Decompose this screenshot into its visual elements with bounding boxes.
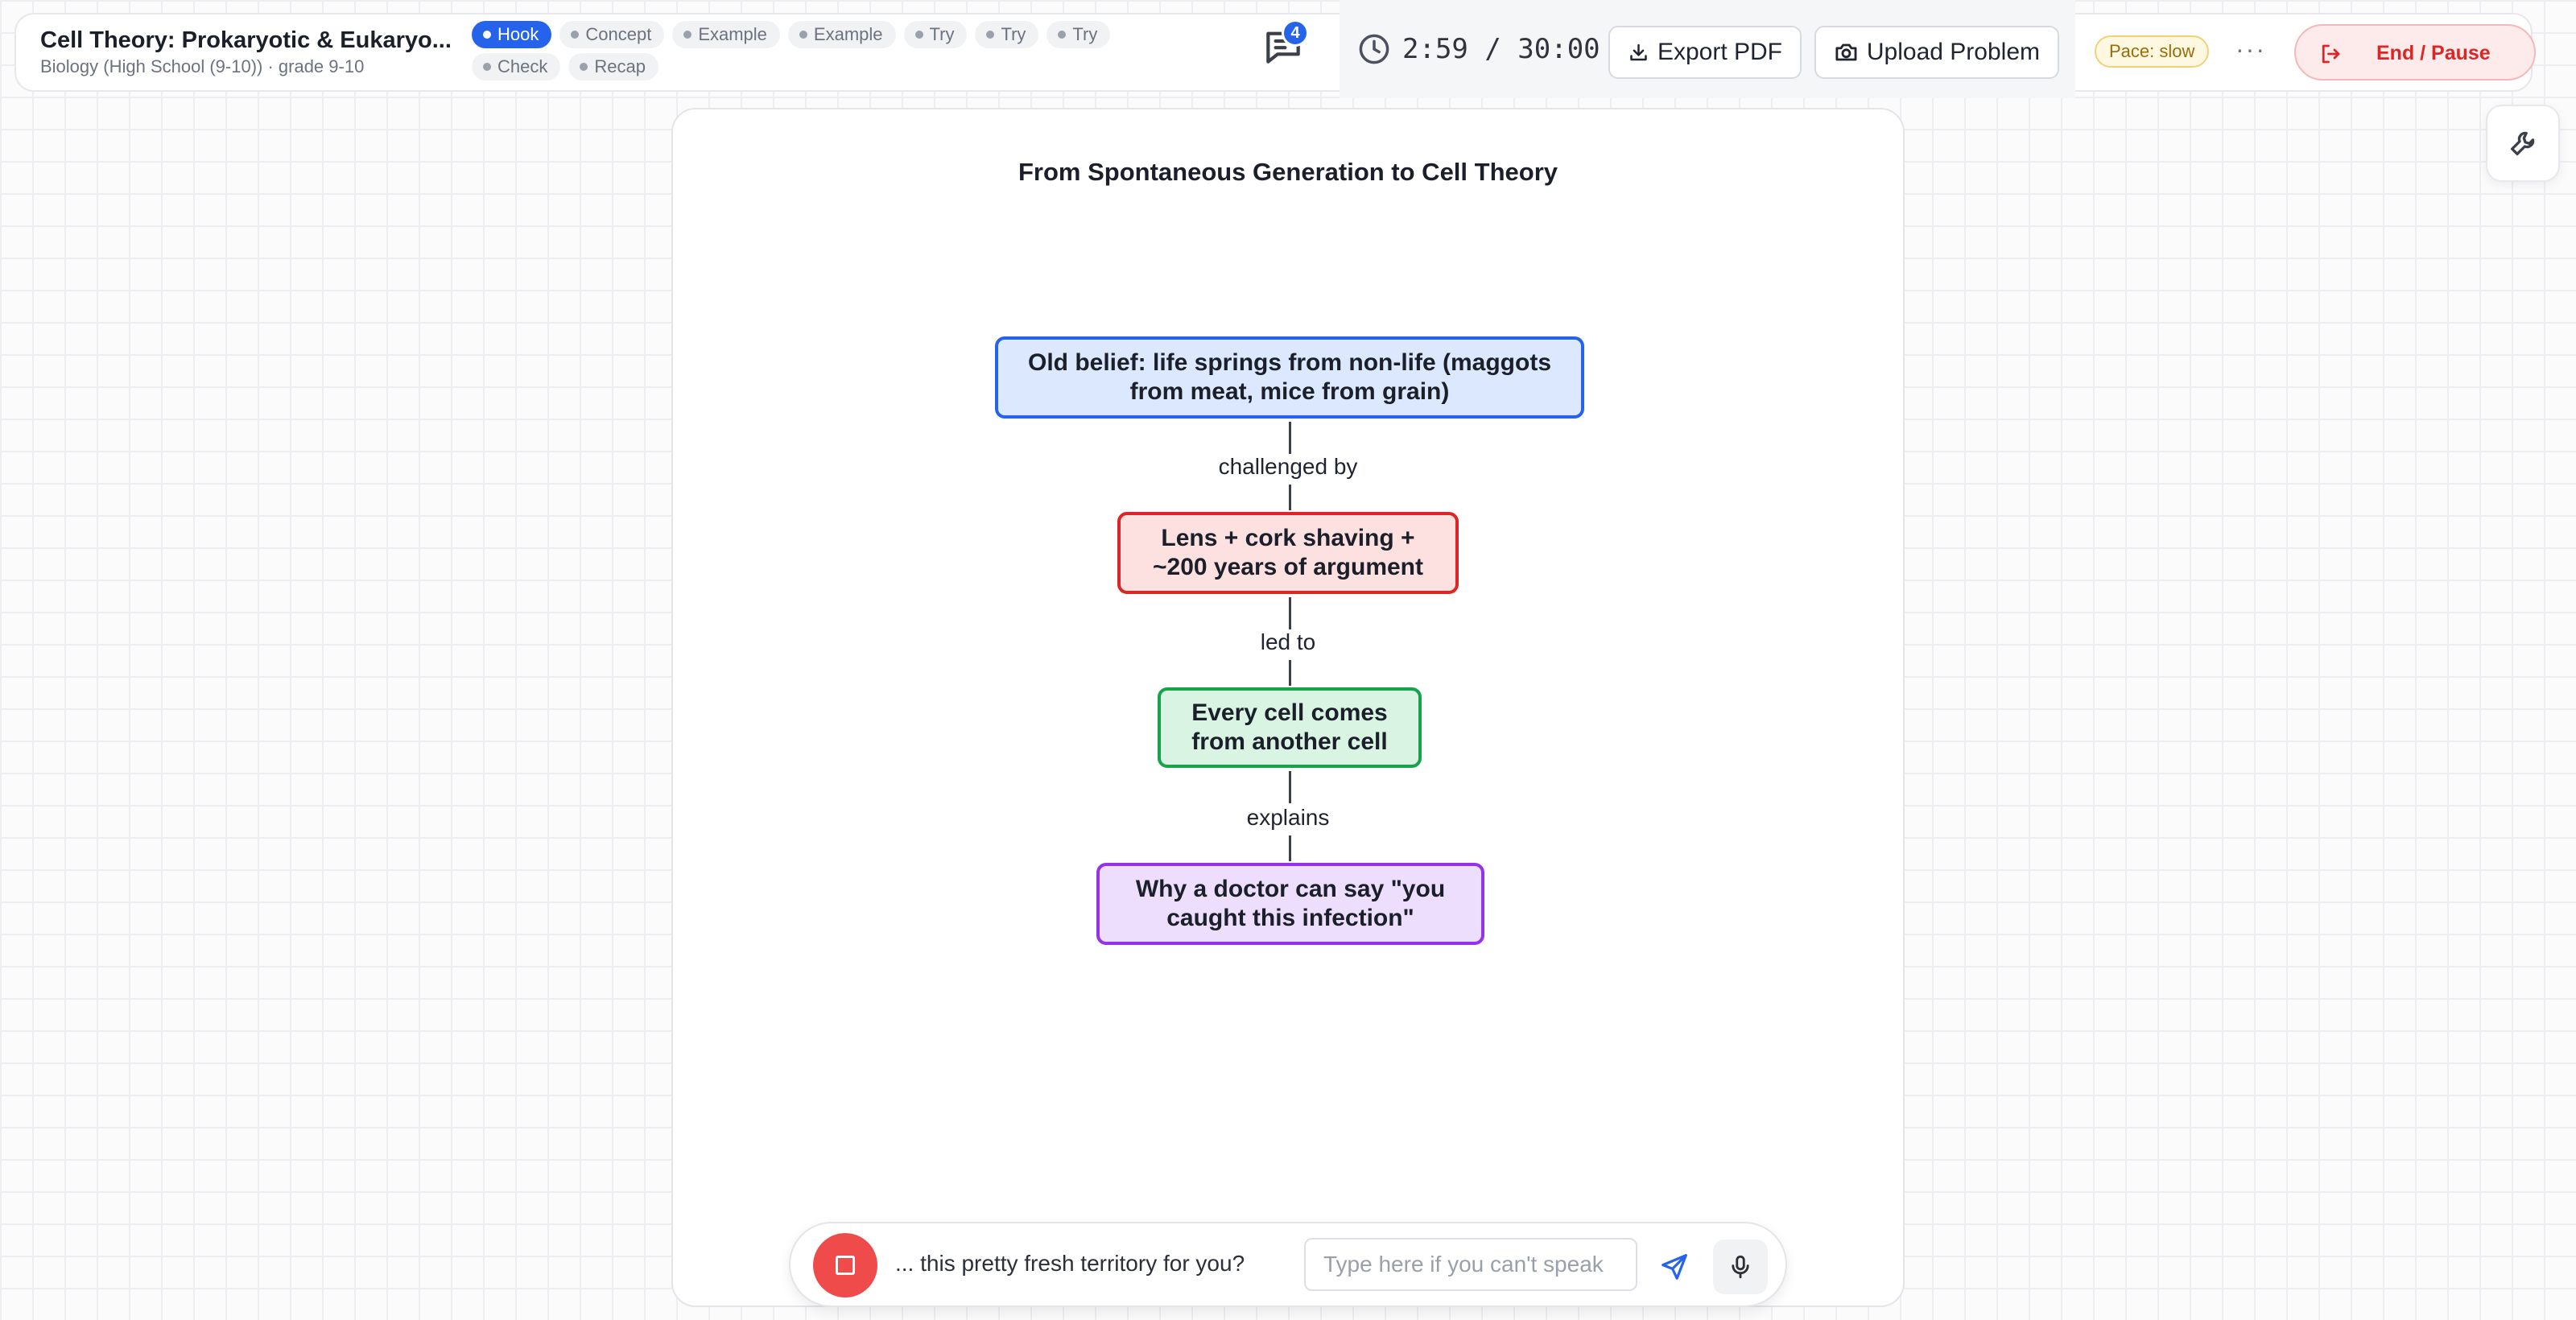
wrench-icon xyxy=(2511,131,2535,155)
camera-icon xyxy=(1835,43,1857,61)
mic-icon xyxy=(1732,1255,1749,1279)
lesson-phase-chips: Hook Concept Example Example Try Try Try… xyxy=(472,21,1180,80)
status-dot-icon xyxy=(799,31,807,39)
chat-count-badge: 4 xyxy=(1282,19,1309,47)
lesson-title: Cell Theory: Prokaryotic & Eukaryo... xyxy=(40,27,452,53)
clock-icon xyxy=(1359,34,1389,64)
connector-line xyxy=(1289,835,1291,861)
connector-line xyxy=(1289,422,1291,454)
voice-composer: ... this pretty fresh territory for you? xyxy=(789,1222,1787,1307)
export-pdf-button[interactable]: Export PDF xyxy=(1608,26,1802,79)
diagram-node-lens-cork: Lens + cork shaving + ~200 years of argu… xyxy=(1117,512,1459,594)
timer-text: 2:59 / 30:00 xyxy=(1402,33,1600,65)
phase-chip-try-2[interactable]: Try xyxy=(975,21,1039,48)
logout-icon xyxy=(2322,44,2340,64)
status-dot-icon xyxy=(986,31,995,39)
status-dot-icon xyxy=(571,31,580,39)
phase-chip-recap[interactable]: Recap xyxy=(568,53,658,80)
phase-chip-example-1[interactable]: Example xyxy=(672,21,780,48)
edge-label-led-to: led to xyxy=(1260,629,1316,654)
status-dot-icon xyxy=(683,31,692,39)
diagram-node-old-belief: Old belief: life springs from non-life (… xyxy=(995,336,1584,419)
stop-icon xyxy=(836,1256,855,1275)
connector-line xyxy=(1289,771,1291,803)
end-pause-button[interactable]: End / Pause xyxy=(2294,24,2536,80)
live-transcript: ... this pretty fresh territory for you? xyxy=(895,1251,1245,1276)
tools-button[interactable] xyxy=(2486,105,2560,182)
status-dot-icon xyxy=(483,63,491,71)
pace-badge: Pace: slow xyxy=(2095,35,2210,68)
whiteboard-card: From Spontaneous Generation to Cell Theo… xyxy=(671,108,1905,1307)
status-dot-icon xyxy=(483,31,491,39)
stop-recording-button[interactable] xyxy=(813,1233,877,1297)
send-icon xyxy=(1662,1254,1687,1280)
phase-chip-concept[interactable]: Concept xyxy=(559,21,665,48)
phase-chip-try-1[interactable]: Try xyxy=(903,21,968,48)
phase-chip-check[interactable]: Check xyxy=(472,53,561,80)
connector-line xyxy=(1289,485,1291,510)
session-timer: 2:59 / 30:00 xyxy=(1357,32,1600,66)
more-options-button[interactable]: ··· xyxy=(2233,29,2268,69)
status-dot-icon xyxy=(914,31,923,39)
send-button[interactable] xyxy=(1653,1246,1695,1288)
diagram-title: From Spontaneous Generation to Cell Theo… xyxy=(1018,158,1558,186)
status-dot-icon xyxy=(580,63,588,71)
status-dot-icon xyxy=(1058,31,1067,39)
diagram-node-doctor: Why a doctor can say "you caught this in… xyxy=(1096,863,1484,945)
connector-line xyxy=(1289,660,1291,686)
phase-chip-try-3[interactable]: Try xyxy=(1046,21,1111,48)
phase-chip-hook[interactable]: Hook xyxy=(472,21,552,48)
diagram-node-every-cell: Every cell comes from another cell xyxy=(1158,687,1422,768)
message-input[interactable] xyxy=(1304,1238,1637,1291)
microphone-button[interactable] xyxy=(1713,1240,1768,1294)
download-icon xyxy=(1630,43,1647,61)
edge-label-challenged-by: challenged by xyxy=(1218,454,1358,479)
connector-line xyxy=(1289,597,1291,629)
edge-label-explains: explains xyxy=(1246,805,1330,830)
lesson-subtitle: Biology (High School (9-10)) · grade 9-1… xyxy=(40,56,365,76)
upload-problem-button[interactable]: Upload Problem xyxy=(1814,26,2059,79)
phase-chip-example-2[interactable]: Example xyxy=(787,21,896,48)
